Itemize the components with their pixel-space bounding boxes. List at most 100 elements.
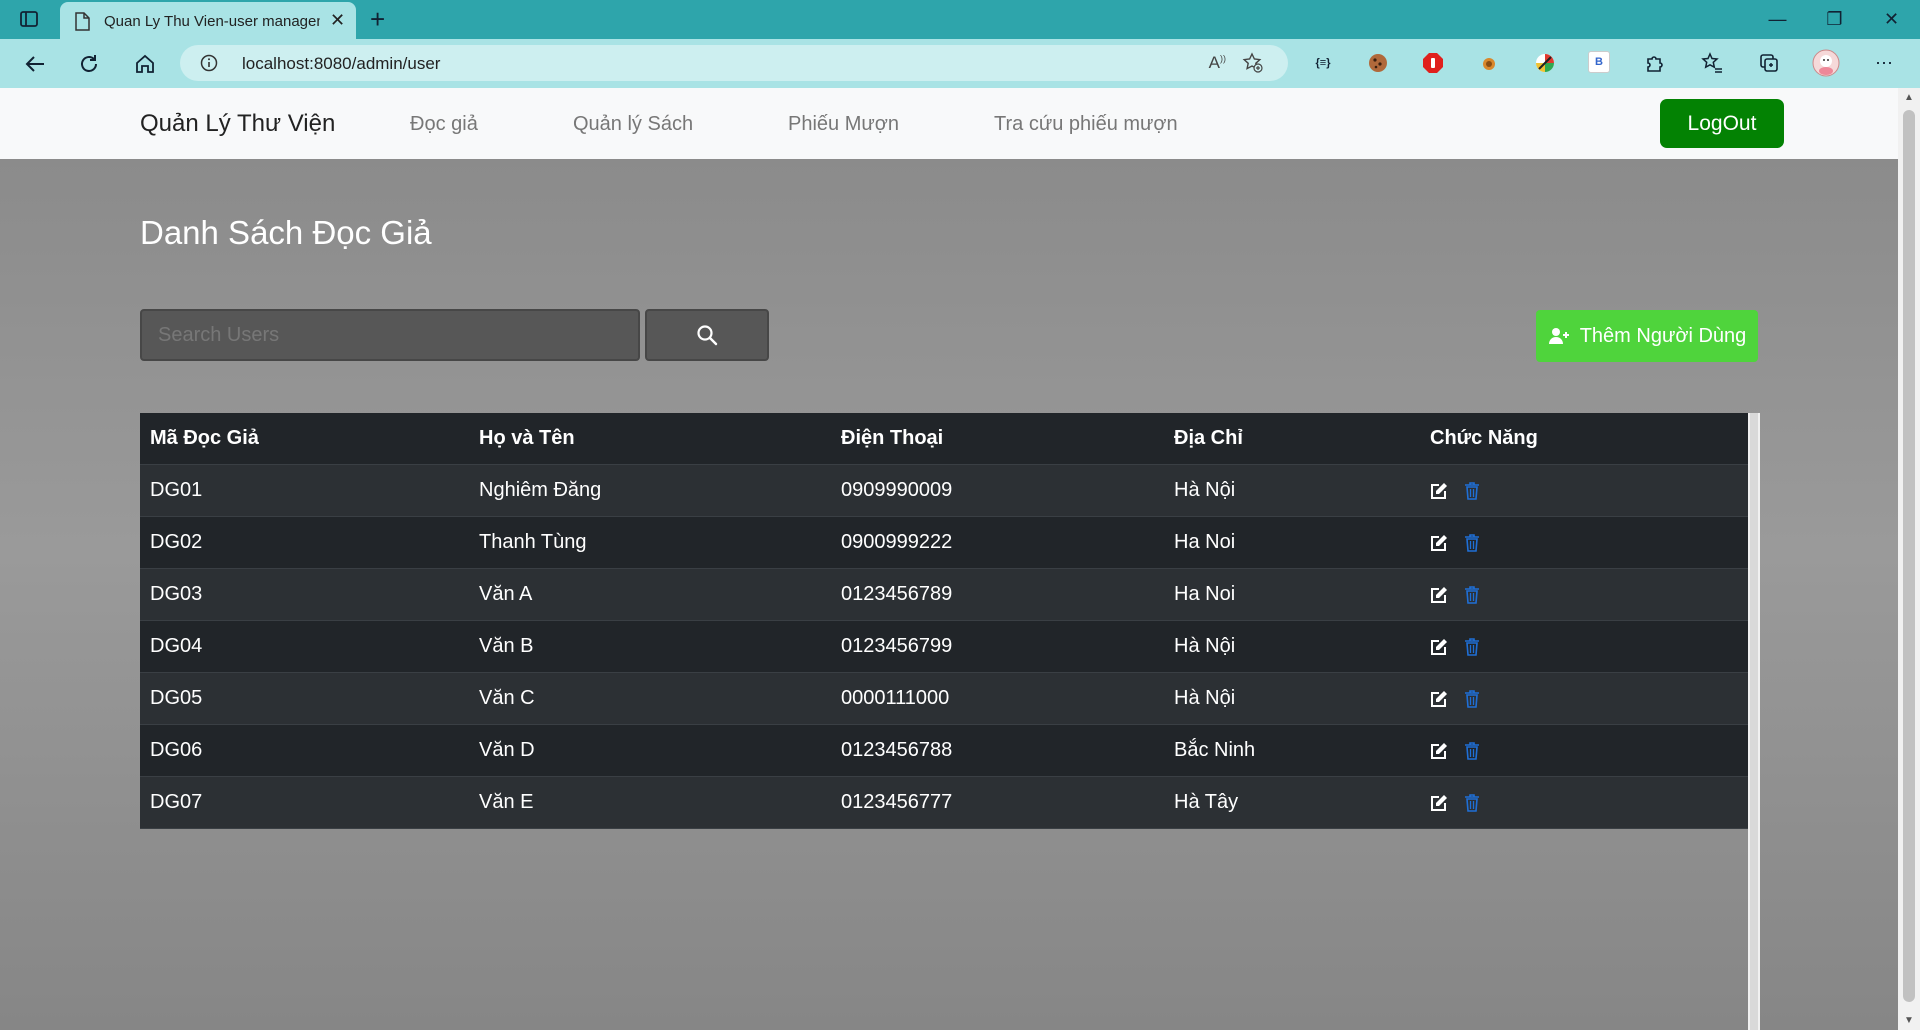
user-plus-icon — [1548, 328, 1569, 344]
delete-trash-icon[interactable] — [1464, 689, 1480, 708]
nav-item-doc-gia[interactable]: Đọc giả — [410, 113, 478, 136]
scroll-up-arrow-icon[interactable]: ▲ — [1904, 92, 1914, 103]
cell-id: DG06 — [140, 724, 469, 777]
cell-phone: 0900999222 — [831, 516, 1164, 569]
braces-icon[interactable]: {≡} — [1311, 51, 1335, 75]
table-row: DG05 Văn C 0000111000 Hà Nội — [140, 672, 1748, 725]
edit-icon[interactable] — [1430, 534, 1448, 552]
delete-trash-icon[interactable] — [1464, 637, 1480, 656]
cell-name: Văn E — [469, 776, 831, 829]
table-row: DG03 Văn A 0123456789 Ha Noi — [140, 568, 1748, 621]
edit-icon[interactable] — [1430, 638, 1448, 656]
cell-address: Hà Nội — [1164, 672, 1420, 725]
cell-name: Nghiêm Đăng — [469, 464, 831, 517]
delete-trash-icon[interactable] — [1464, 793, 1480, 812]
delete-trash-icon[interactable] — [1464, 585, 1480, 604]
edit-icon[interactable] — [1430, 586, 1448, 604]
scroll-down-arrow-icon[interactable]: ▼ — [1904, 1015, 1914, 1026]
edit-icon[interactable] — [1430, 742, 1448, 760]
cookie-icon[interactable] — [1366, 51, 1390, 75]
delete-trash-icon[interactable] — [1464, 533, 1480, 552]
page-icon — [74, 12, 90, 36]
extensions-puzzle-icon[interactable] — [1643, 51, 1667, 75]
main-content: Danh Sách Đọc Giả Thêm Người Dùng Mã Đọc… — [0, 159, 1898, 1030]
close-window-icon[interactable]: ✕ — [1863, 0, 1920, 39]
browser-titlebar: Quan Ly Thu Vien-user managem ✕ + — ❐ ✕ — [0, 0, 1920, 39]
wheel-icon[interactable] — [1533, 51, 1557, 75]
table-row: DG06 Văn D 0123456788 Bắc Ninh — [140, 724, 1748, 777]
cell-id: DG07 — [140, 776, 469, 829]
search-button[interactable] — [645, 309, 769, 361]
nav-item-quan-ly-sach[interactable]: Quản lý Sách — [573, 113, 693, 136]
table-row: DG07 Văn E 0123456777 Hà Tây — [140, 776, 1748, 829]
read-aloud-icon[interactable]: A)) — [1209, 53, 1226, 73]
add-user-label: Thêm Người Dùng — [1579, 324, 1747, 347]
adblock-icon[interactable] — [1421, 51, 1445, 75]
cell-id: DG04 — [140, 620, 469, 673]
cell-address: Ha Noi — [1164, 568, 1420, 621]
new-tab-icon[interactable]: + — [370, 4, 385, 34]
cell-actions — [1420, 724, 1748, 777]
logout-button[interactable]: LogOut — [1660, 99, 1784, 148]
add-favorite-icon[interactable] — [1242, 52, 1264, 79]
table-scrollbar-thumb[interactable] — [1750, 413, 1758, 1030]
b-extension-icon[interactable]: B — [1588, 51, 1610, 73]
add-user-button[interactable]: Thêm Người Dùng — [1536, 310, 1758, 362]
browser-toolbar: localhost:8080/admin/user A)) {≡} B ⋯ — [0, 39, 1920, 88]
cell-name: Văn D — [469, 724, 831, 777]
cell-address: Bắc Ninh — [1164, 724, 1420, 777]
tab-title: Quan Ly Thu Vien-user managem — [104, 13, 320, 30]
users-table: Mã Đọc Giả Họ và Tên Điện Thoại Địa Chỉ … — [140, 413, 1748, 829]
cell-name: Văn C — [469, 672, 831, 725]
page-scrollbar[interactable]: ▲ ▼ — [1898, 88, 1920, 1030]
cell-name: Văn A — [469, 568, 831, 621]
address-bar[interactable]: localhost:8080/admin/user A)) — [180, 45, 1288, 81]
tab-actions-icon[interactable] — [18, 8, 40, 30]
column-header: Chức Năng — [1420, 413, 1748, 465]
search-icon — [697, 325, 718, 346]
search-input[interactable] — [140, 309, 640, 361]
cell-address: Hà Nội — [1164, 464, 1420, 517]
edit-icon[interactable] — [1430, 794, 1448, 812]
site-info-icon[interactable] — [200, 54, 218, 77]
cell-phone: 0123456788 — [831, 724, 1164, 777]
favorites-icon[interactable] — [1700, 51, 1724, 75]
cell-phone: 0123456777 — [831, 776, 1164, 829]
fox-icon[interactable] — [1477, 51, 1501, 75]
cell-address: Hà Tây — [1164, 776, 1420, 829]
cell-phone: 0123456789 — [831, 568, 1164, 621]
edit-icon[interactable] — [1430, 482, 1448, 500]
column-header: Họ và Tên — [469, 413, 831, 465]
close-tab-icon[interactable]: ✕ — [330, 11, 345, 29]
cell-address: Hà Nội — [1164, 620, 1420, 673]
nav-item-tra-cuu-phieu-muon[interactable]: Tra cứu phiếu mượn — [994, 113, 1178, 136]
window-controls: — ❐ ✕ — [1749, 0, 1920, 39]
delete-trash-icon[interactable] — [1464, 481, 1480, 500]
table-row: DG04 Văn B 0123456799 Hà Nội — [140, 620, 1748, 673]
delete-trash-icon[interactable] — [1464, 741, 1480, 760]
cell-name: Văn B — [469, 620, 831, 673]
collections-icon[interactable] — [1757, 51, 1781, 75]
table-scrollbar[interactable] — [1748, 413, 1760, 1030]
minimize-icon[interactable]: — — [1749, 0, 1806, 39]
edit-icon[interactable] — [1430, 690, 1448, 708]
nav-item-phieu-muon[interactable]: Phiếu Mượn — [788, 113, 899, 136]
cell-id: DG02 — [140, 516, 469, 569]
cell-name: Thanh Tùng — [469, 516, 831, 569]
cell-actions — [1420, 464, 1748, 517]
site-brand[interactable]: Quản Lý Thư Viện — [140, 110, 335, 138]
back-icon[interactable] — [20, 49, 50, 79]
restore-icon[interactable]: ❐ — [1806, 0, 1863, 39]
table-row: DG02 Thanh Tùng 0900999222 Ha Noi — [140, 516, 1748, 569]
page-scrollbar-thumb[interactable] — [1903, 110, 1915, 1002]
more-options-icon[interactable]: ⋯ — [1872, 51, 1896, 75]
cell-actions — [1420, 568, 1748, 621]
browser-tab[interactable]: Quan Ly Thu Vien-user managem ✕ — [60, 2, 356, 39]
refresh-icon[interactable] — [74, 49, 104, 79]
cell-phone: 0909990009 — [831, 464, 1164, 517]
table-header-row: Mã Đọc Giả Họ và Tên Điện Thoại Địa Chỉ … — [140, 413, 1748, 465]
home-icon[interactable] — [130, 49, 160, 79]
profile-avatar-icon[interactable] — [1812, 49, 1840, 77]
url-text: localhost:8080/admin/user — [242, 54, 441, 73]
cell-id: DG01 — [140, 464, 469, 517]
